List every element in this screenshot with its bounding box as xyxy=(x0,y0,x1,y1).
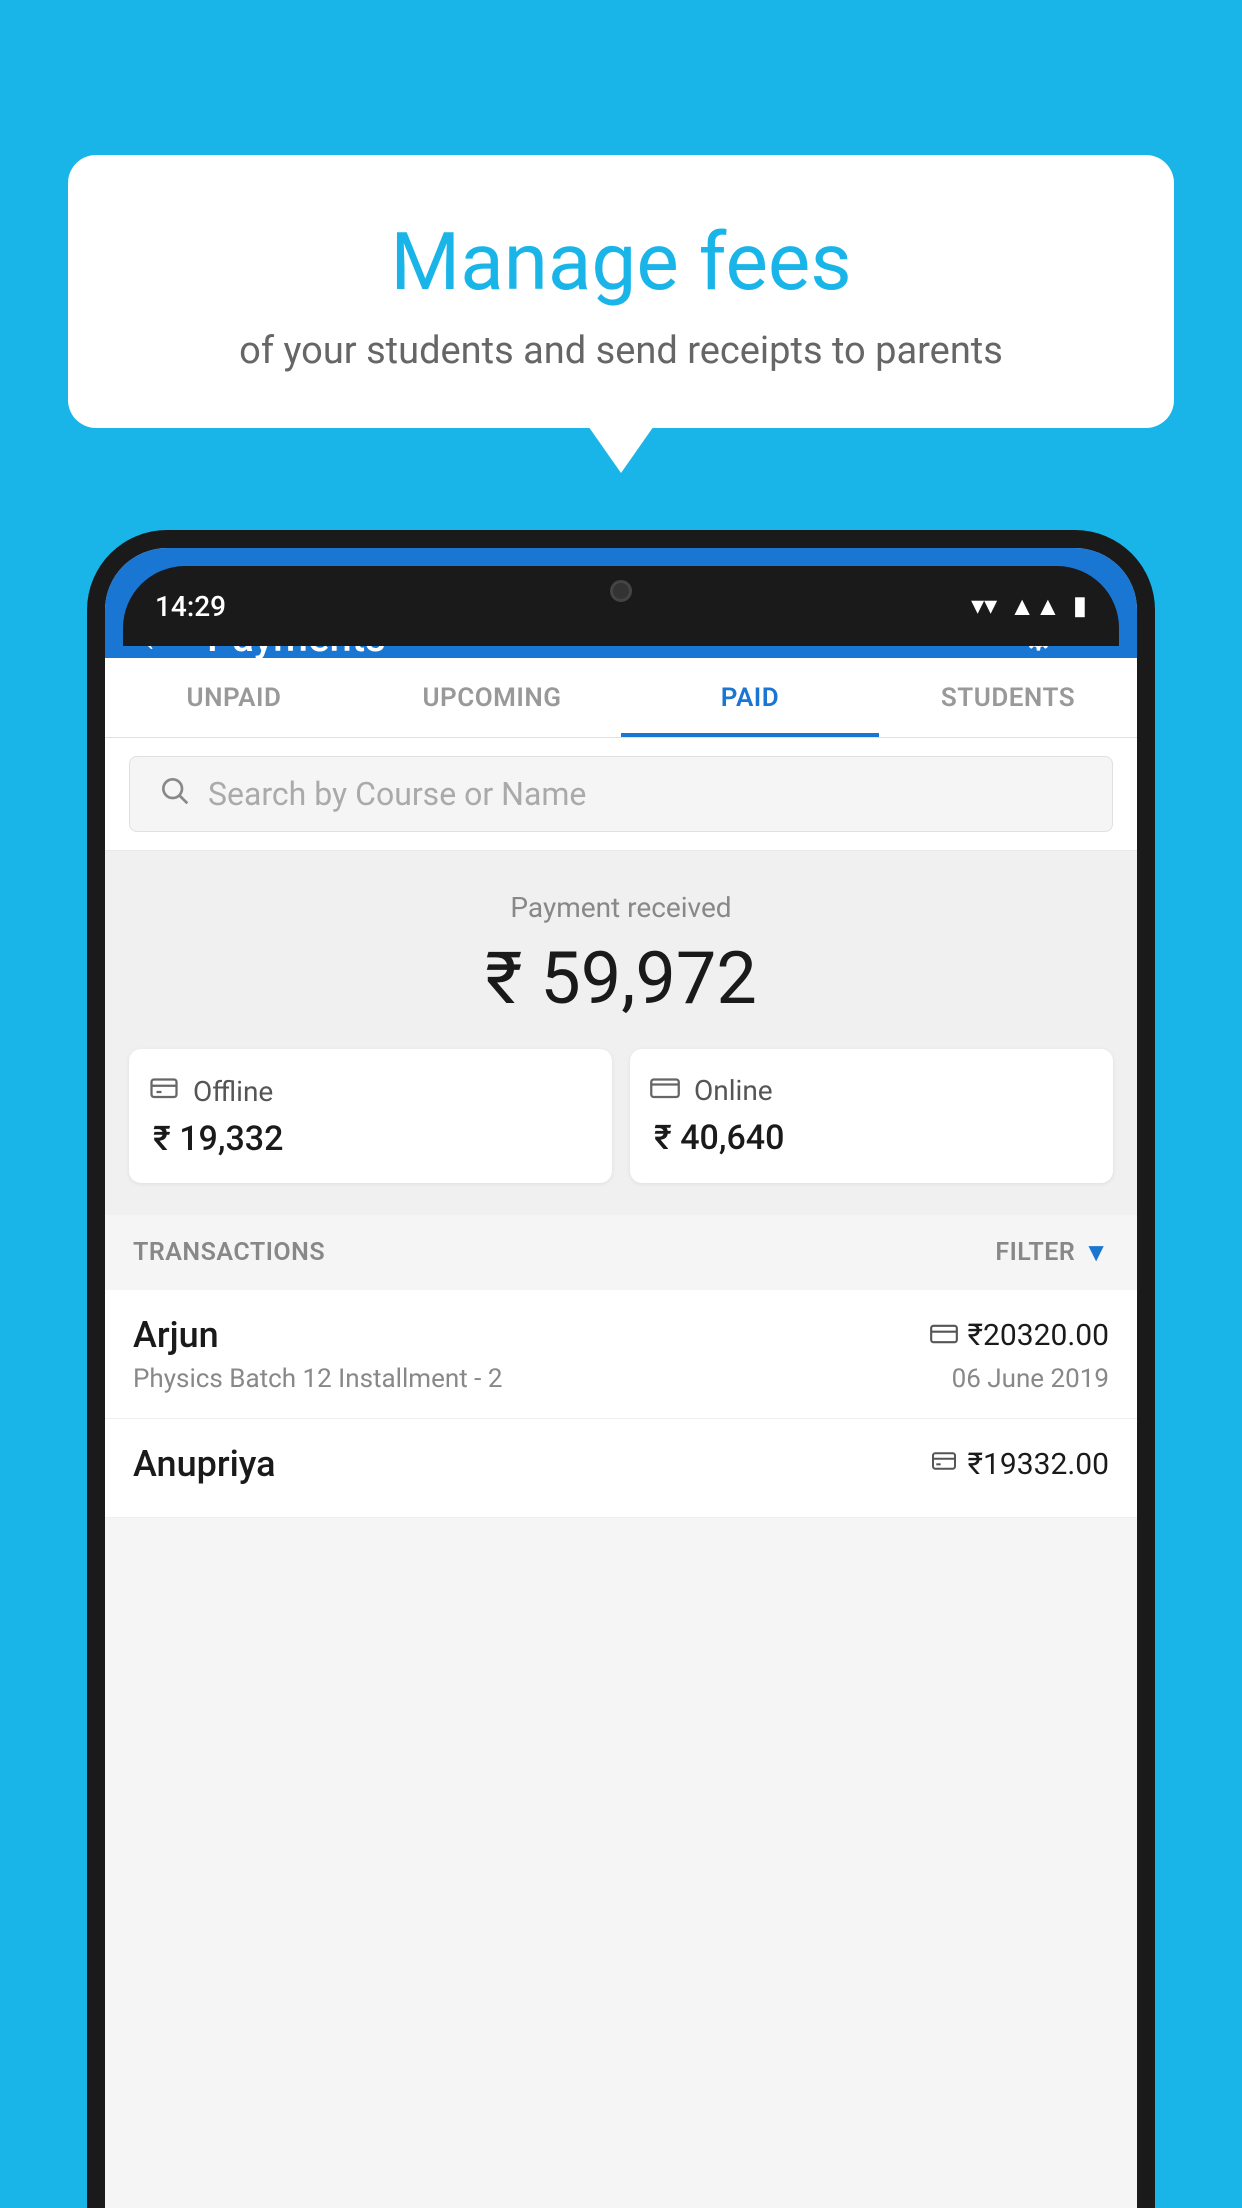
transaction-bottom: Physics Batch 12 Installment - 2 06 June… xyxy=(133,1364,1109,1394)
search-container: Search by Course or Name xyxy=(105,738,1137,851)
transaction-row[interactable]: Arjun ₹20320.00 Physics Batch 12 Install… xyxy=(105,1290,1137,1419)
online-card-header: Online xyxy=(650,1073,773,1108)
transactions-label: TRANSACTIONS xyxy=(133,1238,325,1267)
payment-cards: Offline ₹ 19,332 Online xyxy=(129,1049,1113,1183)
status-icons: ▾▾ ▲▲ ▮ xyxy=(971,591,1087,622)
status-bar: 14:29 ▾▾ ▲▲ ▮ xyxy=(123,566,1119,646)
payment-summary: Payment received ₹ 59,972 xyxy=(105,851,1137,1215)
transaction-row[interactable]: Anupriya ₹19332.00 xyxy=(105,1419,1137,1518)
signal-icon: ▲▲ xyxy=(1009,591,1060,622)
camera xyxy=(610,580,632,602)
filter-container[interactable]: FILTER ▼ xyxy=(995,1237,1109,1268)
bubble-subtitle: of your students and send receipts to pa… xyxy=(148,329,1094,373)
status-time: 14:29 xyxy=(155,590,226,623)
transaction-top-2: Anupriya ₹19332.00 xyxy=(133,1443,1109,1485)
notch xyxy=(561,566,681,616)
transactions-header: TRANSACTIONS FILTER ▼ xyxy=(105,1215,1137,1290)
payment-amount: ₹ 59,972 xyxy=(129,936,1113,1021)
online-icon xyxy=(650,1073,680,1108)
course-info: Physics Batch 12 Installment - 2 xyxy=(133,1364,502,1394)
payment-label: Payment received xyxy=(129,891,1113,924)
transaction-date: 06 June 2019 xyxy=(952,1364,1109,1394)
online-card: Online ₹ 40,640 xyxy=(630,1049,1113,1183)
bubble-title: Manage fees xyxy=(148,215,1094,309)
search-input[interactable]: Search by Course or Name xyxy=(208,775,586,813)
offline-payment-icon xyxy=(930,1449,958,1479)
offline-icon xyxy=(149,1073,179,1109)
phone-container: 14:29 ▾▾ ▲▲ ▮ ← Payments ⚙ + xyxy=(87,530,1155,2208)
search-icon xyxy=(158,774,190,815)
online-type: Online xyxy=(694,1074,773,1107)
wifi-icon: ▾▾ xyxy=(971,591,997,621)
offline-card-header: Offline xyxy=(149,1073,273,1109)
offline-amount: ₹ 19,332 xyxy=(149,1119,283,1159)
phone-screen: 14:29 ▾▾ ▲▲ ▮ ← Payments ⚙ + xyxy=(105,548,1137,2208)
speech-bubble-container: Manage fees of your students and send re… xyxy=(68,155,1174,428)
online-payment-icon xyxy=(930,1319,958,1352)
speech-bubble: Manage fees of your students and send re… xyxy=(68,155,1174,428)
tab-unpaid[interactable]: UNPAID xyxy=(105,658,363,737)
tab-upcoming[interactable]: UPCOMING xyxy=(363,658,621,737)
transaction-amount: ₹20320.00 xyxy=(930,1318,1109,1353)
tab-paid[interactable]: PAID xyxy=(621,658,879,737)
student-name-2: Anupriya xyxy=(133,1443,276,1485)
offline-card: Offline ₹ 19,332 xyxy=(129,1049,612,1183)
battery-icon: ▮ xyxy=(1073,591,1087,621)
tab-students[interactable]: STUDENTS xyxy=(879,658,1137,737)
transaction-amount-2: ₹19332.00 xyxy=(930,1447,1109,1482)
transaction-top: Arjun ₹20320.00 xyxy=(133,1314,1109,1356)
search-bar[interactable]: Search by Course or Name xyxy=(129,756,1113,832)
tabs-container: UNPAID UPCOMING PAID STUDENTS xyxy=(105,658,1137,738)
filter-label: FILTER xyxy=(995,1238,1075,1267)
phone-frame: 14:29 ▾▾ ▲▲ ▮ ← Payments ⚙ + xyxy=(87,530,1155,2208)
online-amount: ₹ 40,640 xyxy=(650,1118,784,1158)
filter-icon: ▼ xyxy=(1083,1237,1109,1268)
offline-type: Offline xyxy=(193,1075,273,1108)
student-name: Arjun xyxy=(133,1314,219,1356)
